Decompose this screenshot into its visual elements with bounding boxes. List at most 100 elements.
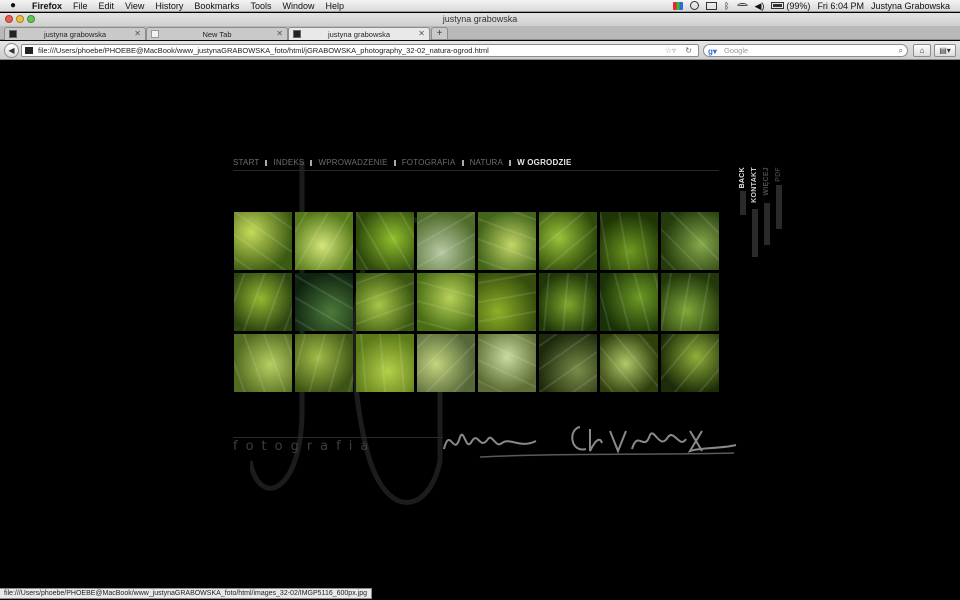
display-icon[interactable] xyxy=(706,1,718,10)
minimize-window-button[interactable] xyxy=(16,15,24,23)
volume-icon[interactable]: ◀) xyxy=(755,1,765,10)
search-placeholder: Google xyxy=(724,46,749,55)
nav-wprowadzenie[interactable]: WPROWADZENIE xyxy=(318,158,387,167)
apple-menu-icon[interactable]: ● xyxy=(10,0,24,12)
photo-thumbnail[interactable] xyxy=(600,273,658,331)
nav-separator xyxy=(461,159,464,166)
photo-thumbnail[interactable] xyxy=(234,273,292,331)
menu-file[interactable]: File xyxy=(73,1,88,11)
close-tab-icon[interactable]: ✕ xyxy=(418,29,425,38)
nav-separator xyxy=(393,159,396,166)
window-titlebar: justyna grabowska xyxy=(0,13,960,26)
nav-start[interactable]: START xyxy=(233,158,259,167)
side-menu-label: BACK xyxy=(739,167,746,189)
side-menu-bar xyxy=(776,185,782,229)
bluetooth-icon[interactable]: ᛒ xyxy=(724,1,729,10)
photo-thumbnail-grid xyxy=(234,212,719,392)
nav-fotografia[interactable]: FOTOGRAFIA xyxy=(402,158,456,167)
window-title: justyna grabowska xyxy=(442,14,518,24)
web-page: START INDEKS WPROWADZENIE FOTOGRAFIA NAT… xyxy=(0,61,960,590)
tab-title: justyna grabowska xyxy=(327,30,391,39)
color-picker-icon[interactable] xyxy=(673,1,684,10)
photo-thumbnail[interactable] xyxy=(600,212,658,270)
photo-thumbnail[interactable] xyxy=(356,212,414,270)
close-tab-icon[interactable]: ✕ xyxy=(134,29,141,38)
nav-separator xyxy=(265,159,268,166)
tab-justyna-1[interactable]: justyna grabowska ✕ xyxy=(4,27,146,40)
menubar-user[interactable]: Justyna Grabowska xyxy=(871,1,950,11)
nav-separator xyxy=(310,159,313,166)
bookmark-star-icon[interactable]: ☆▿ xyxy=(665,45,676,56)
google-engine-icon[interactable]: g▾ xyxy=(708,46,717,57)
battery-icon xyxy=(771,2,785,9)
nav-divider xyxy=(233,170,719,171)
tab-title: justyna grabowska xyxy=(43,30,107,39)
tab-title: New Tab xyxy=(202,30,232,39)
tab-new-tab[interactable]: New Tab ✕ xyxy=(146,27,288,40)
side-menu-label: PDF xyxy=(775,167,782,182)
photo-thumbnail[interactable] xyxy=(417,334,475,392)
sidebar-menu-button[interactable]: ▤▾ xyxy=(934,44,956,57)
blank-page-icon xyxy=(151,30,159,38)
menu-tools[interactable]: Tools xyxy=(250,1,271,11)
home-button[interactable]: ⌂ xyxy=(913,44,931,57)
photo-thumbnail[interactable] xyxy=(478,273,536,331)
photo-thumbnail[interactable] xyxy=(234,334,292,392)
side-menu-bar xyxy=(752,209,758,257)
nav-natura[interactable]: NATURA xyxy=(470,158,504,167)
photo-thumbnail[interactable] xyxy=(295,212,353,270)
site-favicon xyxy=(293,30,301,38)
site-breadcrumb-nav: START INDEKS WPROWADZENIE FOTOGRAFIA NAT… xyxy=(233,158,572,167)
tab-bar: justyna grabowska ✕ New Tab ✕ justyna gr… xyxy=(0,26,960,40)
battery-indicator[interactable]: (99%) xyxy=(771,1,810,11)
photo-thumbnail[interactable] xyxy=(295,334,353,392)
photo-thumbnail[interactable] xyxy=(356,334,414,392)
side-menu: BACK KONTAKT WIĘCEJ PDF xyxy=(739,167,784,263)
side-menu-label: WIĘCEJ xyxy=(763,167,770,196)
search-box[interactable]: g▾ Google ⌕ xyxy=(703,44,908,57)
photo-thumbnail[interactable] xyxy=(600,334,658,392)
new-tab-button[interactable]: + xyxy=(431,27,448,39)
side-menu-bar xyxy=(764,203,770,245)
menu-help[interactable]: Help xyxy=(325,1,344,11)
menu-window[interactable]: Window xyxy=(282,1,314,11)
photo-thumbnail[interactable] xyxy=(417,273,475,331)
signature-logo xyxy=(443,426,737,458)
menu-app-firefox[interactable]: Firefox xyxy=(32,1,62,11)
zoom-window-button[interactable] xyxy=(27,15,35,23)
site-tagline: fotografia xyxy=(233,439,377,454)
side-menu-label: KONTAKT xyxy=(751,167,758,203)
side-menu-bar xyxy=(740,191,746,215)
photo-thumbnail[interactable] xyxy=(661,212,719,270)
close-tab-icon[interactable]: ✕ xyxy=(276,29,283,38)
time-machine-icon[interactable] xyxy=(690,1,700,10)
menu-bookmarks[interactable]: Bookmarks xyxy=(194,1,239,11)
photo-thumbnail[interactable] xyxy=(295,273,353,331)
photo-thumbnail[interactable] xyxy=(539,334,597,392)
nav-indeks[interactable]: INDEKS xyxy=(273,158,304,167)
footer-divider xyxy=(233,437,443,438)
site-favicon xyxy=(25,47,33,54)
photo-thumbnail[interactable] xyxy=(661,334,719,392)
wifi-icon[interactable] xyxy=(736,2,748,9)
photo-thumbnail[interactable] xyxy=(478,212,536,270)
reload-icon[interactable]: ↻ xyxy=(685,45,692,56)
photo-thumbnail[interactable] xyxy=(417,212,475,270)
photo-thumbnail[interactable] xyxy=(356,273,414,331)
photo-thumbnail[interactable] xyxy=(661,273,719,331)
photo-thumbnail[interactable] xyxy=(539,212,597,270)
back-button[interactable]: ◀ xyxy=(4,43,19,58)
photo-thumbnail[interactable] xyxy=(478,334,536,392)
site-favicon xyxy=(9,30,17,38)
search-icon[interactable]: ⌕ xyxy=(899,45,903,56)
menu-history[interactable]: History xyxy=(155,1,183,11)
tab-justyna-active[interactable]: justyna grabowska ✕ xyxy=(288,27,430,40)
close-window-button[interactable] xyxy=(5,15,13,23)
menu-view[interactable]: View xyxy=(125,1,144,11)
nav-current-w-ogrodzie: W OGRODZIE xyxy=(517,158,572,167)
photo-thumbnail[interactable] xyxy=(539,273,597,331)
photo-thumbnail[interactable] xyxy=(234,212,292,270)
menu-edit[interactable]: Edit xyxy=(99,1,115,11)
address-bar[interactable]: file:///Users/phoebe/PHOEBE@MacBook/www_… xyxy=(21,44,699,57)
menubar-clock[interactable]: Fri 6:04 PM xyxy=(817,1,864,11)
